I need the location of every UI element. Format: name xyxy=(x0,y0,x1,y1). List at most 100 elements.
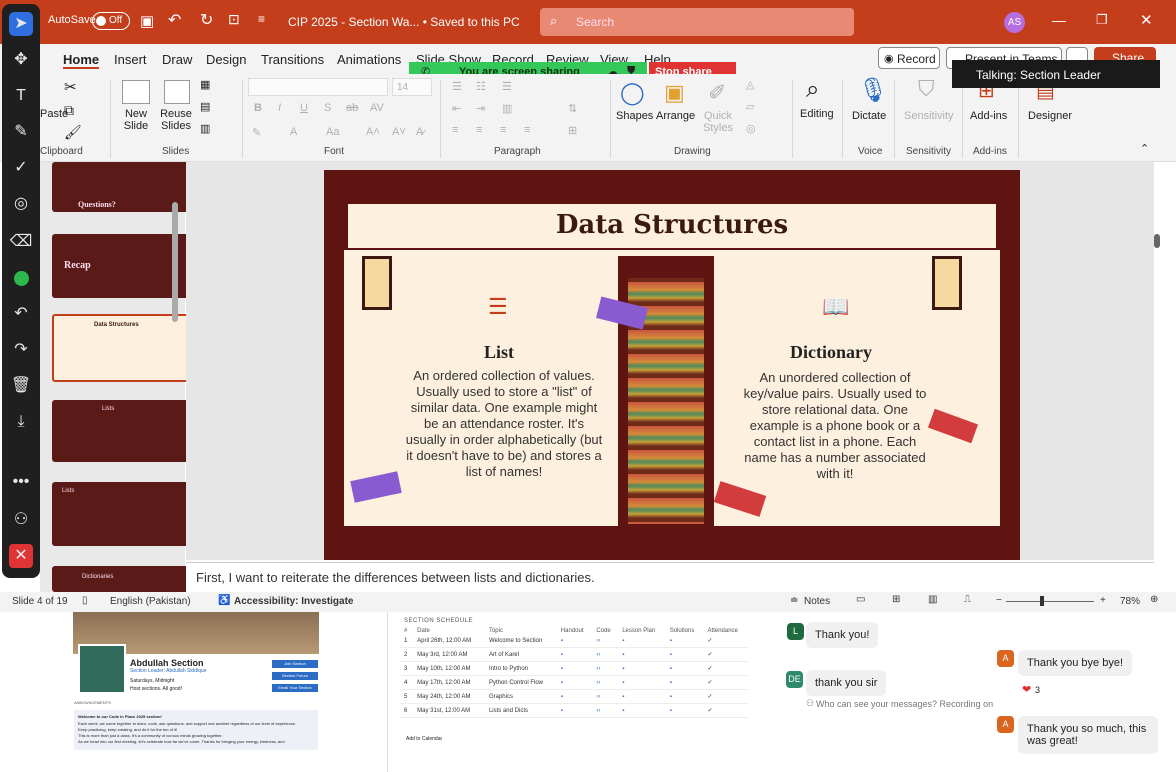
zoom-out-icon[interactable]: − xyxy=(996,595,1002,606)
document-title[interactable]: CIP 2025 - Section Wa... • Saved to this… xyxy=(288,15,520,29)
dictate-label[interactable]: Dictate xyxy=(852,110,886,122)
reset-icon[interactable]: ▤ xyxy=(200,100,210,113)
bullets-icon[interactable]: ☰ xyxy=(452,80,462,93)
email-section-button[interactable]: Email Your Section xyxy=(272,684,318,692)
notes-pane[interactable]: First, I want to reiterate the differenc… xyxy=(186,562,1154,592)
spotlight-icon[interactable]: ◎ xyxy=(9,192,33,216)
lesson-plan-icon[interactable]: ▪ xyxy=(618,634,666,648)
notes-text[interactable]: First, I want to reiterate the differenc… xyxy=(196,570,595,585)
solutions-icon[interactable]: ▪ xyxy=(665,689,704,704)
close-window-icon[interactable]: ✕ xyxy=(1140,11,1153,29)
grow-font-icon[interactable]: A˄ xyxy=(366,126,380,138)
handout-icon[interactable]: ▪ xyxy=(556,661,593,676)
record-button[interactable]: ◉ Record xyxy=(878,47,940,69)
microphone-icon[interactable]: 🎙 xyxy=(858,76,888,105)
new-slide-icon[interactable] xyxy=(122,80,150,104)
shapes-label[interactable]: Shapes xyxy=(616,110,653,122)
redo-annotation-icon[interactable]: ↷ xyxy=(9,338,33,362)
collapse-ribbon-icon[interactable]: ⌃ xyxy=(1140,142,1149,155)
minimize-icon[interactable]: — xyxy=(1052,12,1066,28)
solutions-icon[interactable]: ▪ xyxy=(665,634,704,648)
new-slide-label[interactable]: New Slide xyxy=(116,108,156,132)
italic-icon[interactable]: I xyxy=(278,102,281,114)
check-icon[interactable]: ✓ xyxy=(9,156,33,180)
autosave-toggle[interactable]: Off xyxy=(92,12,130,30)
code-icon[interactable]: ‹› xyxy=(592,689,619,704)
pen-icon[interactable]: ✎ xyxy=(9,120,33,144)
pointer-icon[interactable]: ➤ xyxy=(9,12,33,36)
underline-icon[interactable]: U xyxy=(300,102,308,114)
char-spacing-icon[interactable]: AV xyxy=(370,102,384,114)
restore-icon[interactable]: ❐ xyxy=(1096,12,1108,28)
align-left-icon[interactable]: ≡ xyxy=(452,124,458,136)
arrange-icon[interactable]: ▣ xyxy=(664,80,685,106)
redo-icon[interactable]: ↻ xyxy=(200,10,213,30)
copy-icon[interactable]: ⧉ xyxy=(64,102,74,119)
zoom-handle[interactable] xyxy=(1040,596,1044,606)
change-case-icon[interactable]: Aa xyxy=(326,126,339,138)
shapes-icon[interactable]: ◯ xyxy=(620,80,645,106)
text-direction-icon[interactable]: ⇅ xyxy=(568,102,577,115)
find-icon[interactable]: ⌕ xyxy=(806,76,819,104)
font-size-select[interactable]: 14 xyxy=(392,78,432,96)
fit-slide-icon[interactable]: ⊕ xyxy=(1150,594,1158,605)
clear-format-icon[interactable]: A̷ xyxy=(416,126,423,138)
designer-label[interactable]: Designer xyxy=(1028,110,1072,122)
chat-message[interactable]: thank you sir xyxy=(806,670,887,696)
shrink-font-icon[interactable]: A˅ xyxy=(392,126,406,138)
quick-styles-label[interactable]: Quick Styles xyxy=(698,110,738,134)
reuse-slides-label[interactable]: Reuse Slides xyxy=(158,108,194,132)
section-forum-button[interactable]: Section Forum xyxy=(272,672,318,680)
shadow-icon[interactable]: S xyxy=(324,102,331,114)
handout-icon[interactable]: ▪ xyxy=(556,634,593,648)
justify-icon[interactable]: ≡ xyxy=(524,124,530,136)
align-right-icon[interactable]: ≡ xyxy=(500,124,506,136)
format-painter-icon[interactable]: 🖌 xyxy=(64,124,82,141)
lesson-plan-icon[interactable]: ▪ xyxy=(618,661,666,676)
slide-sorter-icon[interactable]: ⊞ xyxy=(892,594,900,605)
shape-outline-icon[interactable]: ▱ xyxy=(746,100,754,113)
arrange-label[interactable]: Arrange xyxy=(656,110,695,122)
reading-view-icon[interactable]: ▥ xyxy=(928,594,937,605)
cut-icon[interactable]: ✂ xyxy=(64,78,77,96)
normal-view-icon[interactable]: ▭ xyxy=(856,594,865,605)
lesson-plan-icon[interactable]: ▪ xyxy=(618,647,666,662)
user-avatar[interactable]: AS xyxy=(1004,12,1025,33)
decrease-indent-icon[interactable]: ⇤ xyxy=(452,102,461,115)
tab-draw[interactable]: Draw xyxy=(162,52,192,67)
tab-insert[interactable]: Insert xyxy=(114,52,147,67)
zoom-in-icon[interactable]: + xyxy=(1100,595,1106,606)
color-picker[interactable] xyxy=(14,271,29,286)
code-icon[interactable]: ‹› xyxy=(592,647,619,662)
language-label[interactable]: English (Pakistan) xyxy=(110,596,191,607)
section-icon[interactable]: ▥ xyxy=(200,122,210,135)
handout-icon[interactable]: ▪ xyxy=(556,689,593,704)
customize-icon[interactable]: ≡ xyxy=(258,12,265,26)
code-icon[interactable]: ‹› xyxy=(592,634,619,648)
tab-transitions[interactable]: Transitions xyxy=(261,52,324,67)
tab-design[interactable]: Design xyxy=(206,52,246,67)
solutions-icon[interactable]: ▪ xyxy=(665,661,704,676)
tab-home[interactable]: Home xyxy=(63,52,100,69)
bold-icon[interactable]: B xyxy=(254,102,262,114)
lesson-plan-icon[interactable]: ▪ xyxy=(618,675,666,690)
close-annotation-icon[interactable]: ✕ xyxy=(9,544,33,568)
eraser-icon[interactable]: ⌫ xyxy=(9,230,33,254)
tab-animations[interactable]: Animations xyxy=(337,52,401,67)
strikethrough-icon[interactable]: ab xyxy=(346,102,358,114)
slide-thumb-data-structures[interactable]: Data Structures xyxy=(52,314,190,382)
slide-thumb-lists[interactable]: Lists xyxy=(52,400,190,462)
quick-styles-icon[interactable]: ✐ xyxy=(708,80,726,106)
chat-message[interactable]: Thank you so much, this was great! xyxy=(1018,716,1158,754)
slide-canvas[interactable]: Data Structures ☰ List An ordered collec… xyxy=(324,170,1020,560)
search-box[interactable]: ⌕ Search xyxy=(540,8,854,36)
handout-icon[interactable]: ▪ xyxy=(556,703,593,718)
shape-fill-icon[interactable]: ◬ xyxy=(746,78,754,91)
undo-icon[interactable]: ↶ xyxy=(168,10,181,30)
handout-icon[interactable]: ▪ xyxy=(556,647,593,662)
line-spacing-icon[interactable]: ☰ xyxy=(502,80,512,93)
participants-icon[interactable]: ⚇ xyxy=(9,508,33,532)
add-to-calendar-link[interactable]: Add to Calendar xyxy=(406,736,442,742)
sensitivity-button-label[interactable]: Sensitivity xyxy=(904,110,954,122)
join-section-button[interactable]: Join Section xyxy=(272,660,318,668)
